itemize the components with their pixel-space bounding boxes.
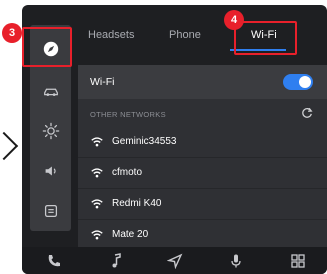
wifi-label: Wi-Fi xyxy=(90,76,115,88)
tab-phone[interactable]: Phone xyxy=(169,29,201,41)
network-item[interactable]: cfmoto xyxy=(78,158,327,189)
wifi-signal-icon xyxy=(91,137,103,147)
wifi-signal-icon xyxy=(91,199,103,209)
other-networks-heading: OTHER NETWORKS xyxy=(90,110,166,119)
sidebar-item-sound[interactable] xyxy=(30,153,71,189)
network-name: Geminic34553 xyxy=(112,136,177,147)
wifi-toggle[interactable] xyxy=(283,74,313,90)
network-name: Mate 20 xyxy=(112,229,149,240)
wifi-signal-icon xyxy=(91,230,103,240)
car-icon xyxy=(43,88,58,96)
sidebar-item-vehicle[interactable] xyxy=(30,73,71,109)
network-name: Redmi K40 xyxy=(112,198,162,209)
network-item[interactable]: Geminic34553 xyxy=(78,127,327,158)
annotation-box-wifi-tab xyxy=(234,21,297,55)
network-item[interactable]: Redmi K40 xyxy=(78,189,327,220)
info-icon xyxy=(44,204,57,218)
annotation-box-sidebar xyxy=(22,27,72,67)
brightness-icon xyxy=(42,122,59,140)
sidebar-item-system[interactable] xyxy=(30,193,71,229)
volume-icon xyxy=(45,166,56,176)
sidebar-item-display[interactable] xyxy=(30,113,71,149)
annotation-badge-4: 4 xyxy=(224,10,244,30)
tab-headsets[interactable]: Headsets xyxy=(88,29,134,41)
grid-icon[interactable] xyxy=(290,253,306,269)
navigation-icon[interactable] xyxy=(167,253,183,269)
wifi-signal-icon xyxy=(91,168,103,178)
annotation-badge-3: 3 xyxy=(2,23,22,43)
chevron-left-icon xyxy=(0,131,19,161)
phone-icon[interactable] xyxy=(46,253,62,269)
network-name: cfmoto xyxy=(112,167,143,178)
microphone-icon[interactable] xyxy=(228,253,244,269)
refresh-icon[interactable] xyxy=(301,107,313,119)
wifi-toggle-row: Wi-Fi xyxy=(78,65,327,99)
toggle-knob xyxy=(299,76,311,88)
bottom-dock xyxy=(22,247,327,274)
music-icon[interactable] xyxy=(108,253,124,269)
network-list: Geminic34553 cfmoto Redmi K40 Mate 20 xyxy=(78,127,327,251)
wifi-panel: Wi-Fi OTHER NETWORKS Geminic34553 cfmoto… xyxy=(78,65,327,274)
